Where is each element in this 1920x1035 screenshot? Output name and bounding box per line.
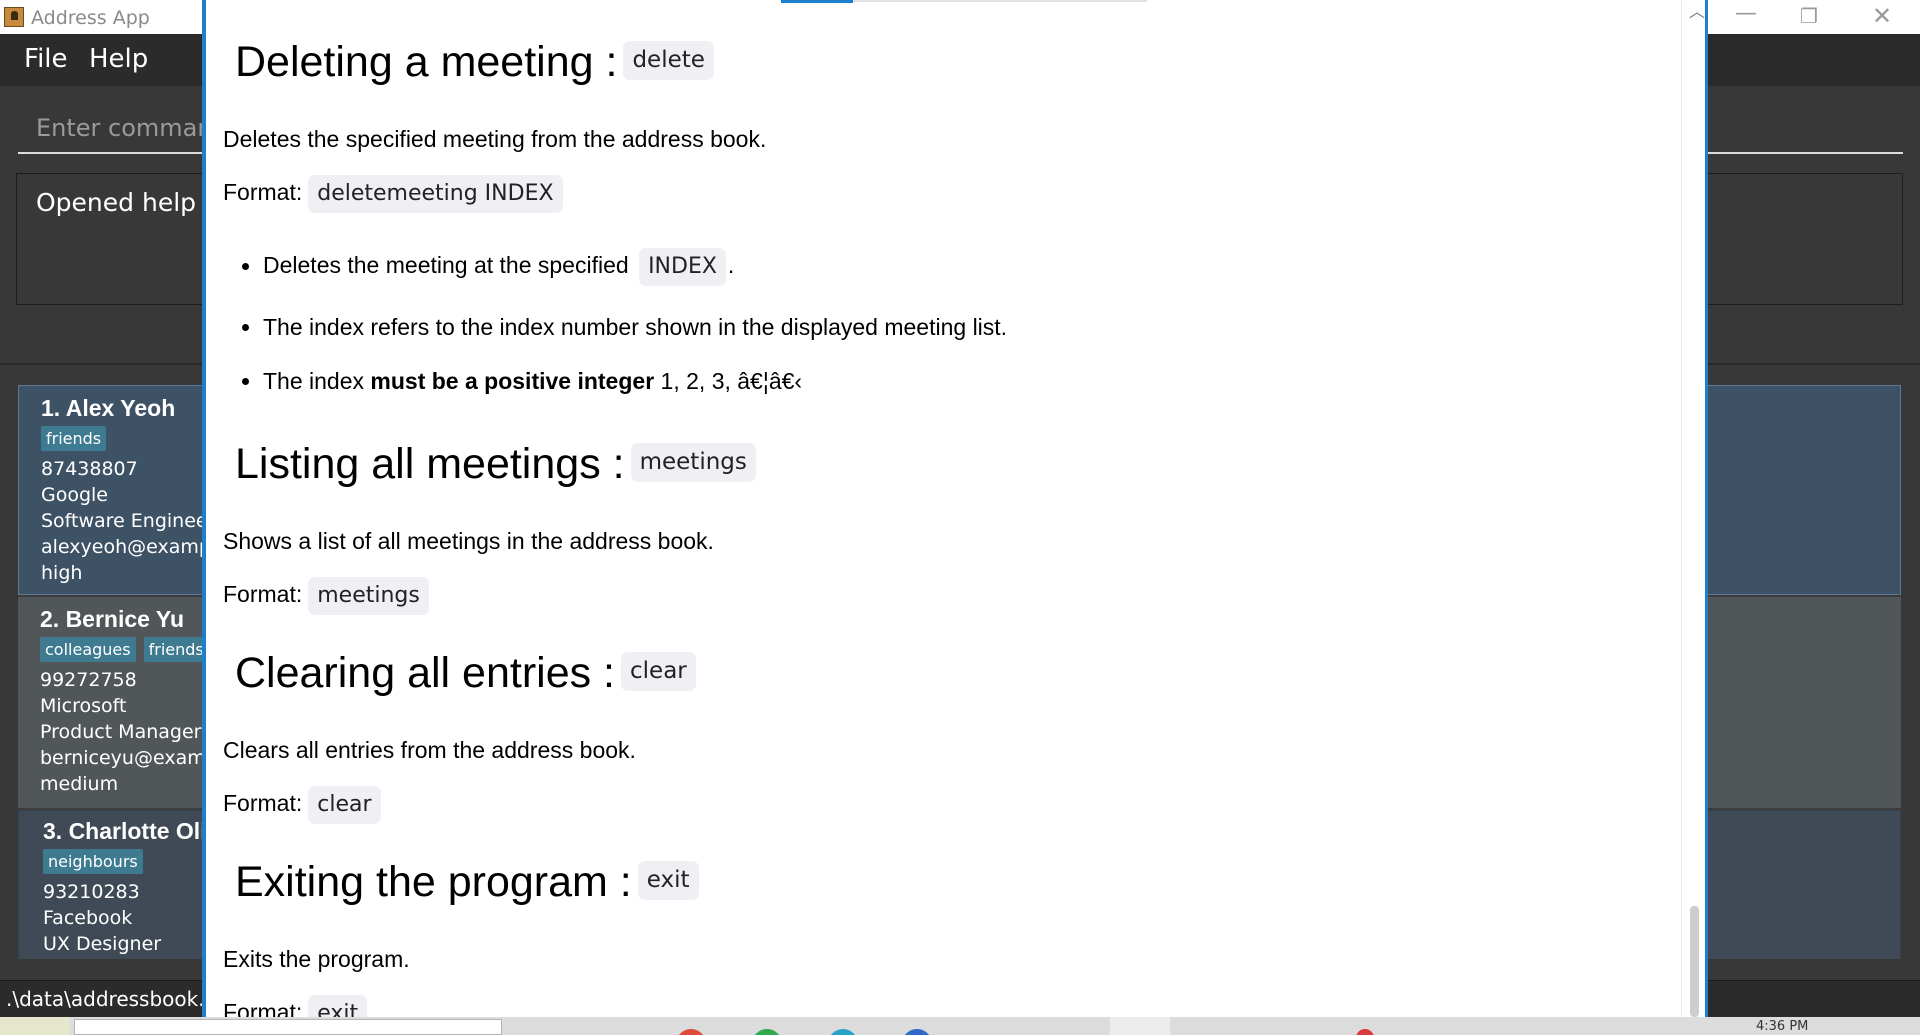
- format-label: Format:: [223, 790, 303, 816]
- taskbar-search-box[interactable]: [74, 1019, 502, 1035]
- taskbar: 4:36 PM: [0, 1017, 1920, 1035]
- tag: neighbours: [43, 849, 143, 874]
- format-code: clear: [308, 786, 381, 824]
- section-description: Clears all entries from the address book…: [223, 737, 636, 763]
- help-content: Deleting a meeting : delete Deletes the s…: [206, 0, 1682, 1017]
- format-label: Format:: [223, 999, 303, 1017]
- command-code: delete: [623, 41, 714, 81]
- section-heading: Clearing all entries : clear: [235, 649, 696, 698]
- tag: friends: [143, 637, 209, 662]
- vertical-scrollbar[interactable]: ︿: [1681, 0, 1705, 1017]
- scrollbar-thumb[interactable]: [1690, 906, 1699, 1017]
- menu-help[interactable]: Help: [89, 44, 148, 74]
- restore-icon[interactable]: ❐: [1800, 4, 1818, 28]
- tag: friends: [41, 426, 107, 451]
- section-description: Exits the program.: [223, 946, 410, 972]
- bullet-text: The index: [263, 368, 365, 394]
- format-code: deletemeeting INDEX: [308, 175, 563, 213]
- section-heading: Exiting the program : exit: [235, 858, 699, 907]
- app-title: Address App: [31, 7, 150, 29]
- taskbar-active-app[interactable]: [1110, 1017, 1170, 1035]
- inline-code: INDEX: [639, 248, 726, 286]
- bullet-icon: [242, 263, 249, 270]
- bullet-text: Deletes the meeting at the specified: [263, 252, 629, 278]
- help-window: Deleting a meeting : delete Deletes the s…: [202, 0, 1708, 1017]
- tag: colleagues: [40, 637, 136, 662]
- format-line: Format: exit: [223, 995, 368, 1017]
- taskbar-app-icon[interactable]: [676, 1029, 706, 1035]
- taskbar-app-icon[interactable]: [1356, 1029, 1374, 1035]
- format-code: exit: [308, 995, 368, 1017]
- taskbar-clock[interactable]: 4:36 PM: [1756, 1019, 1808, 1034]
- section-heading: Listing all meetings : meetings: [235, 440, 756, 489]
- bullet-item: The index must be a positive integer 1, …: [263, 368, 802, 395]
- section-heading: Deleting a meeting : delete: [235, 38, 714, 87]
- section-description: Deletes the specified meeting from the a…: [223, 126, 767, 152]
- bullet-item: Deletes the meeting at the specified IND…: [263, 248, 734, 286]
- section-description: Shows a list of all meetings in the addr…: [223, 528, 714, 554]
- command-code: clear: [621, 652, 696, 692]
- format-label: Format:: [223, 179, 303, 205]
- minimize-icon[interactable]: —: [1735, 1, 1757, 26]
- heading-text: Deleting a meeting :: [235, 38, 618, 86]
- heading-text: Clearing all entries :: [235, 649, 616, 697]
- app-logo-icon: [4, 7, 24, 27]
- start-button[interactable]: [0, 1017, 70, 1035]
- bullet-text: .: [727, 252, 735, 278]
- taskbar-app-icon[interactable]: [902, 1029, 932, 1035]
- bullet-item: The index refers to the index number sho…: [263, 314, 1008, 340]
- command-code: meetings: [630, 443, 756, 483]
- format-code: meetings: [308, 577, 429, 615]
- bullet-icon: [242, 324, 249, 331]
- format-line: Format: clear: [223, 786, 381, 824]
- scroll-up-arrow-icon[interactable]: ︿: [1689, 0, 1705, 22]
- close-icon[interactable]: ✕: [1872, 2, 1892, 30]
- bullet-bold-text: must be a positive integer: [370, 368, 655, 394]
- heading-text: Listing all meetings :: [235, 440, 625, 488]
- menu-file[interactable]: File: [24, 44, 68, 74]
- taskbar-app-icon[interactable]: [752, 1029, 782, 1035]
- heading-text: Exiting the program :: [235, 858, 632, 906]
- taskbar-app-icon[interactable]: [828, 1029, 858, 1035]
- format-label: Format:: [223, 581, 303, 607]
- command-code: exit: [637, 861, 699, 901]
- format-line: Format: meetings: [223, 577, 429, 615]
- format-line: Format: deletemeeting INDEX: [223, 175, 563, 213]
- bullet-text: 1, 2, 3, â€¦â€‹: [660, 368, 803, 394]
- bullet-icon: [242, 378, 249, 385]
